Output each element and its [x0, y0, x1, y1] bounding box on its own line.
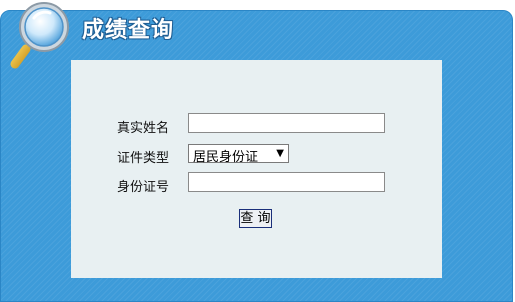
id-number-input[interactable] — [188, 172, 385, 192]
name-row: 真实姓名 — [71, 113, 442, 137]
id-type-row: 证件类型 居民身份证 ▼ — [71, 143, 442, 167]
query-form: 真实姓名 证件类型 居民身份证 ▼ 身份证号 查 询 — [71, 60, 442, 278]
id-number-row: 身份证号 — [71, 172, 442, 196]
id-type-label: 证件类型 — [117, 151, 170, 166]
id-type-select[interactable]: 居民身份证 ▼ — [188, 144, 289, 165]
id-type-selected-value: 居民身份证 — [193, 150, 259, 165]
dropdown-arrow-icon: ▼ — [276, 148, 284, 159]
query-button[interactable]: 查 询 — [239, 209, 272, 228]
page-title: 成绩查询 — [82, 18, 175, 43]
id-number-label: 身份证号 — [117, 180, 170, 195]
magnifier-icon — [10, 2, 69, 69]
name-input[interactable] — [188, 113, 385, 133]
name-label: 真实姓名 — [117, 121, 170, 136]
